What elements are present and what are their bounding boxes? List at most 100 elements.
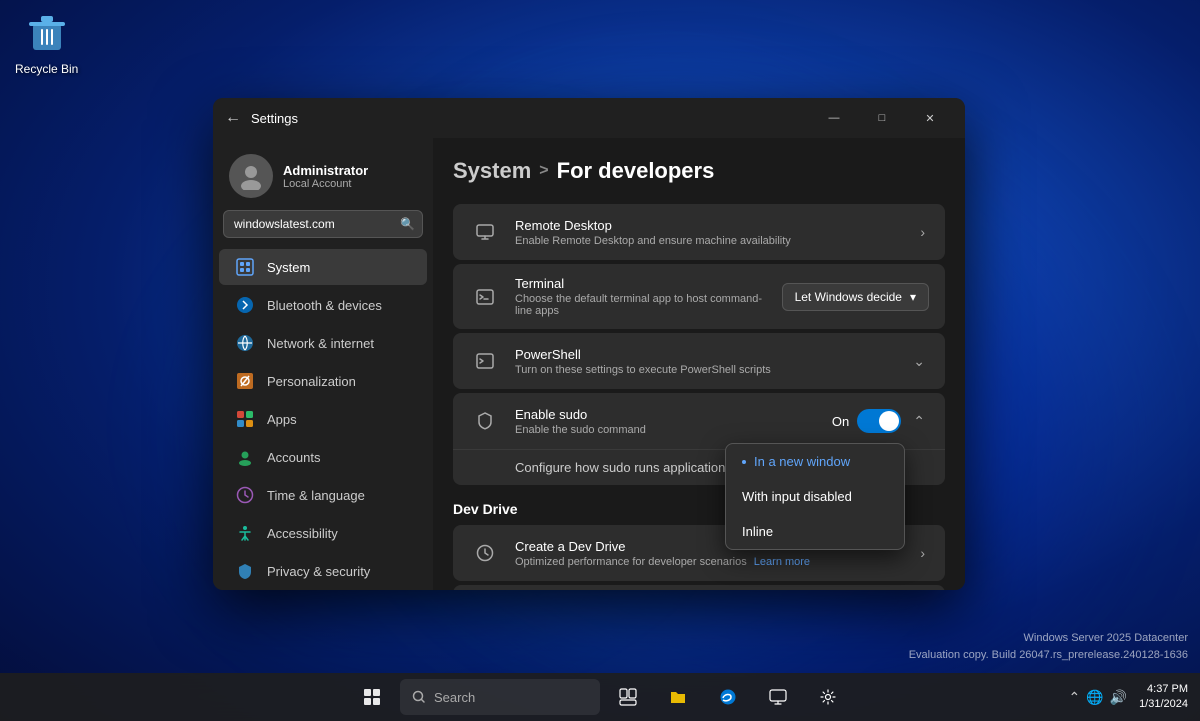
watermark-line1: Windows Server 2025 Datacenter (909, 630, 1188, 647)
network-icon (235, 333, 255, 353)
maximize-button[interactable]: □ (859, 102, 905, 134)
tray-time-value: 4:37 PM (1139, 682, 1188, 697)
setting-remote-desktop: Remote Desktop Enable Remote Desktop and… (453, 204, 945, 260)
setting-terminal: Terminal Choose the default terminal app… (453, 264, 945, 329)
settings-window: ← Settings — □ ✕ (213, 98, 965, 590)
accessibility-icon (235, 523, 255, 543)
toggle-knob (879, 411, 899, 431)
setting-desc-create-dev-drive: Optimized performance for developer scen… (515, 556, 902, 568)
powershell-chevron[interactable]: ⌄ (909, 349, 929, 374)
setting-desc-terminal: Choose the default terminal app to host … (515, 293, 768, 317)
sudo-option-label-inline: Inline (742, 524, 773, 539)
tray-speaker-icon[interactable]: 🔊 (1110, 689, 1127, 706)
tray-network-icon[interactable]: 🌐 (1086, 689, 1103, 706)
sidebar-item-privacy[interactable]: Privacy & security (219, 553, 427, 589)
sidebar-search-input[interactable] (223, 210, 423, 238)
recycle-bin[interactable]: Recycle Bin (15, 10, 78, 76)
privacy-icon (235, 561, 255, 581)
system-tray-time[interactable]: 4:37 PM 1/31/2024 (1139, 682, 1188, 713)
dev-drive-chevron[interactable]: › (916, 541, 929, 565)
remote-desktop-taskbar-button[interactable] (756, 675, 800, 719)
sudo-toggle[interactable] (857, 409, 901, 433)
close-button[interactable]: ✕ (907, 102, 953, 134)
task-view-button[interactable] (606, 675, 650, 719)
sidebar-item-label-system: System (267, 260, 310, 275)
terminal-dropdown[interactable]: Let Windows decide ▾ (782, 283, 929, 311)
sidebar-item-apps[interactable]: Apps (219, 401, 427, 437)
sidebar-item-label-time: Time & language (267, 488, 365, 503)
tray-chevron-icon[interactable]: ⌃ (1068, 689, 1080, 706)
setting-text-powershell: PowerShell Turn on these settings to exe… (515, 347, 895, 376)
sidebar-item-system[interactable]: System (219, 249, 427, 285)
taskbar-center: Search (350, 675, 850, 719)
settings-taskbar-button[interactable] (806, 675, 850, 719)
system-icon (235, 257, 255, 277)
title-bar: ← Settings — □ ✕ (213, 98, 965, 138)
setting-text-sudo: Enable sudo Enable the sudo command (515, 407, 818, 436)
avatar (229, 154, 273, 198)
taskbar-search[interactable]: Search (400, 679, 600, 715)
user-info: Administrator Local Account (283, 163, 417, 190)
sudo-dropdown-popup: In a new window With input disabled Inli… (725, 443, 905, 550)
sidebar-item-accounts[interactable]: Accounts (219, 439, 427, 475)
sidebar-item-accessibility[interactable]: Accessibility (219, 515, 427, 551)
terminal-dropdown-arrow: ▾ (910, 290, 916, 304)
start-button[interactable] (350, 675, 394, 719)
sudo-control: On ⌃ (832, 409, 929, 434)
minimize-button[interactable]: — (811, 102, 857, 134)
dev-drive-icon (469, 537, 501, 569)
sidebar-item-time[interactable]: Time & language (219, 477, 427, 513)
taskbar-search-label: Search (434, 690, 475, 705)
sidebar-item-bluetooth[interactable]: Bluetooth & devices (219, 287, 427, 323)
terminal-icon (469, 281, 501, 313)
setting-row-enable-sudo[interactable]: Enable sudo Enable the sudo command On ⌃ (453, 393, 945, 449)
sudo-option-label-new-window: In a new window (754, 454, 850, 469)
selected-dot (742, 460, 746, 464)
user-profile: Administrator Local Account (213, 138, 433, 210)
breadcrumb-current: For developers (557, 158, 715, 184)
sidebar-item-label-personalization: Personalization (267, 374, 356, 389)
file-explorer-button[interactable] (656, 675, 700, 719)
setting-row-powershell[interactable]: PowerShell Turn on these settings to exe… (453, 333, 945, 389)
sidebar-item-label-accounts: Accounts (267, 450, 320, 465)
setting-row-terminal[interactable]: Terminal Choose the default terminal app… (453, 264, 945, 329)
personalization-icon (235, 371, 255, 391)
title-bar-title: Settings (251, 111, 811, 126)
remote-desktop-chevron[interactable]: › (916, 220, 929, 244)
sudo-option-label-input-disabled: With input disabled (742, 489, 852, 504)
sidebar-item-label-privacy: Privacy & security (267, 564, 370, 579)
edge-browser-button[interactable] (706, 675, 750, 719)
setting-title-remote-desktop: Remote Desktop (515, 218, 902, 233)
sidebar-search-container: 🔍 (223, 210, 423, 238)
setting-desc-powershell: Turn on these settings to execute PowerS… (515, 364, 895, 376)
system-tray: ⌃ 🌐 🔊 4:37 PM 1/31/2024 (1056, 673, 1200, 721)
setting-desc-remote-desktop: Enable Remote Desktop and ensure machine… (515, 235, 902, 247)
sudo-option-input-disabled[interactable]: With input disabled (726, 479, 904, 514)
sudo-option-inline[interactable]: Inline (726, 514, 904, 549)
window-controls: — □ ✕ (811, 102, 953, 134)
sidebar-item-label-bluetooth: Bluetooth & devices (267, 298, 382, 313)
sudo-option-new-window[interactable]: In a new window (726, 444, 904, 479)
setting-powershell: PowerShell Turn on these settings to exe… (453, 333, 945, 389)
powershell-icon (469, 345, 501, 377)
tray-icons: ⌃ 🌐 🔊 (1068, 689, 1127, 706)
watermark: Windows Server 2025 Datacenter Evaluatio… (909, 630, 1188, 663)
sudo-chevron[interactable]: ⌃ (909, 409, 929, 434)
setting-title-terminal: Terminal (515, 276, 768, 291)
setting-row-antivirus[interactable]: Control antivirus behavior Control Micro… (453, 585, 945, 590)
setting-title-sudo: Enable sudo (515, 407, 818, 422)
breadcrumb-parent: System (453, 158, 531, 184)
setting-antivirus: Control antivirus behavior Control Micro… (453, 585, 945, 590)
sidebar: Administrator Local Account 🔍 (213, 138, 433, 590)
breadcrumb: System > For developers (453, 158, 945, 184)
dev-drive-learn-more-link[interactable]: Learn more (754, 556, 810, 568)
sidebar-item-network[interactable]: Network & internet (219, 325, 427, 361)
sidebar-item-personalization[interactable]: Personalization (219, 363, 427, 399)
setting-enable-sudo: Enable sudo Enable the sudo command On ⌃ (453, 393, 945, 485)
breadcrumb-separator: > (539, 162, 548, 180)
recycle-bin-icon (23, 10, 71, 58)
watermark-line2: Evaluation copy. Build 26047.rs_prerelea… (909, 647, 1188, 664)
back-button[interactable]: ← (225, 109, 241, 127)
setting-row-remote-desktop[interactable]: Remote Desktop Enable Remote Desktop and… (453, 204, 945, 260)
desktop: Recycle Bin ← Settings — □ ✕ (0, 0, 1200, 721)
